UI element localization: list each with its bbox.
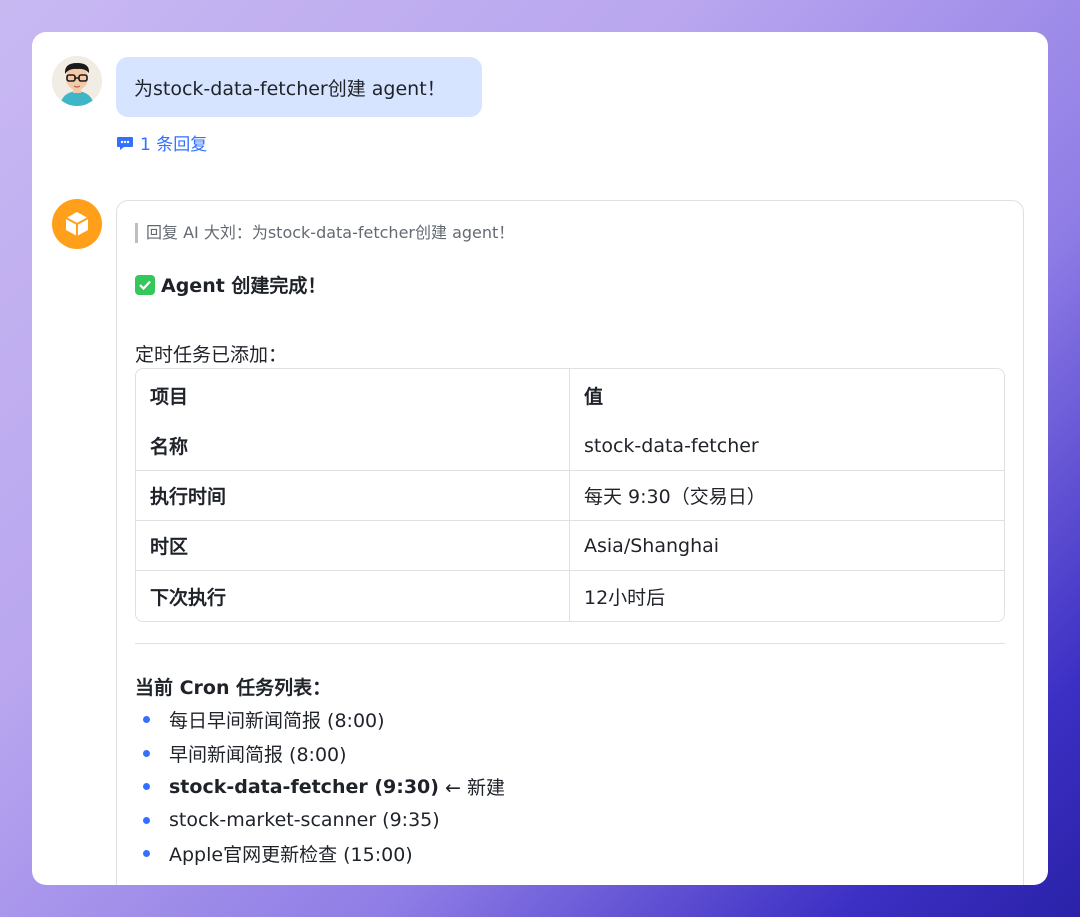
- new-tag: ← 新建: [438, 777, 505, 800]
- cron-item-text: stock-market-scanner (9:35): [169, 809, 440, 832]
- table-header-row: 项目 值: [136, 369, 1004, 421]
- table-cell-value: 12小时后: [584, 586, 666, 609]
- comment-icon: [117, 136, 133, 150]
- bullet-icon: [143, 749, 150, 757]
- cron-task-list: 每日早间新闻简报 (8:00) 早间新闻简报 (8:00) stock-data…: [135, 703, 505, 871]
- table-row: 下次执行 12小时后: [136, 571, 1004, 621]
- list-item: Apple官网更新检查 (15:00): [135, 837, 505, 871]
- cron-list-title: 当前 Cron 任务列表：: [135, 677, 332, 699]
- table-cell-key: 执行时间: [136, 471, 570, 521]
- task-table: 项目 值 名称 stock-data-fetcher 执行时间 每天 9:30（…: [135, 368, 1005, 622]
- bullet-icon: [143, 816, 150, 824]
- agent-done-text: Agent 创建完成！: [161, 275, 327, 297]
- reply-count-text: 1 条回复: [140, 135, 208, 155]
- task-added-label: 定时任务已添加：: [135, 344, 288, 366]
- bullet-icon: [143, 783, 150, 791]
- table-cell-key: 名称: [136, 421, 570, 471]
- table-row: 执行时间 每天 9:30（交易日）: [136, 471, 1004, 521]
- user-avatar[interactable]: [52, 56, 102, 106]
- user-message-bubble[interactable]: 为stock-data-fetcher创建 agent！: [116, 57, 482, 117]
- bot-avatar[interactable]: [52, 199, 102, 249]
- cron-item-text: stock-data-fetcher (9:30): [169, 775, 439, 798]
- list-item: 早间新闻简报 (8:00): [135, 737, 505, 771]
- table-header-cell: 项目: [136, 369, 570, 421]
- user-avatar-icon: [52, 56, 102, 106]
- table-header-cell: 值: [584, 385, 604, 408]
- table-row: 名称 stock-data-fetcher: [136, 421, 1004, 471]
- reply-quote: 回复 AI 大刘：为stock-data-fetcher创建 agent！: [135, 223, 514, 243]
- user-message-text: 为stock-data-fetcher创建 agent！: [134, 77, 446, 100]
- box-icon: [65, 212, 89, 236]
- cron-item-text: 每日早间新闻简报 (8:00): [169, 710, 385, 733]
- bullet-icon: [143, 850, 150, 858]
- table-cell-value: stock-data-fetcher: [570, 421, 1004, 471]
- chat-panel: 为stock-data-fetcher创建 agent！ 1 条回复 回复 AI…: [32, 32, 1048, 885]
- list-item: 每日早间新闻简报 (8:00): [135, 703, 505, 737]
- bullet-icon: [143, 716, 150, 724]
- reply-count-link[interactable]: 1 条回复: [116, 130, 207, 155]
- table-row: 时区 Asia/Shanghai: [136, 521, 1004, 571]
- agent-done-title: Agent 创建完成！: [135, 271, 326, 298]
- bot-message-card: 回复 AI 大刘：为stock-data-fetcher创建 agent！ Ag…: [116, 200, 1024, 885]
- table-cell-key: 时区: [136, 521, 570, 571]
- table-cell-value: Asia/Shanghai: [570, 521, 1004, 571]
- list-item: stock-data-fetcher (9:30) ← 新建: [135, 770, 505, 804]
- cron-item-text: Apple官网更新检查 (15:00): [169, 844, 413, 867]
- divider: [135, 643, 1005, 644]
- cron-item-text: 早间新闻简报 (8:00): [169, 743, 347, 766]
- table-cell-key: 下次执行: [136, 571, 570, 621]
- check-mark-icon: [135, 274, 155, 295]
- table-cell-value: 每天 9:30（交易日）: [570, 471, 1004, 521]
- list-item: stock-market-scanner (9:35): [135, 804, 505, 838]
